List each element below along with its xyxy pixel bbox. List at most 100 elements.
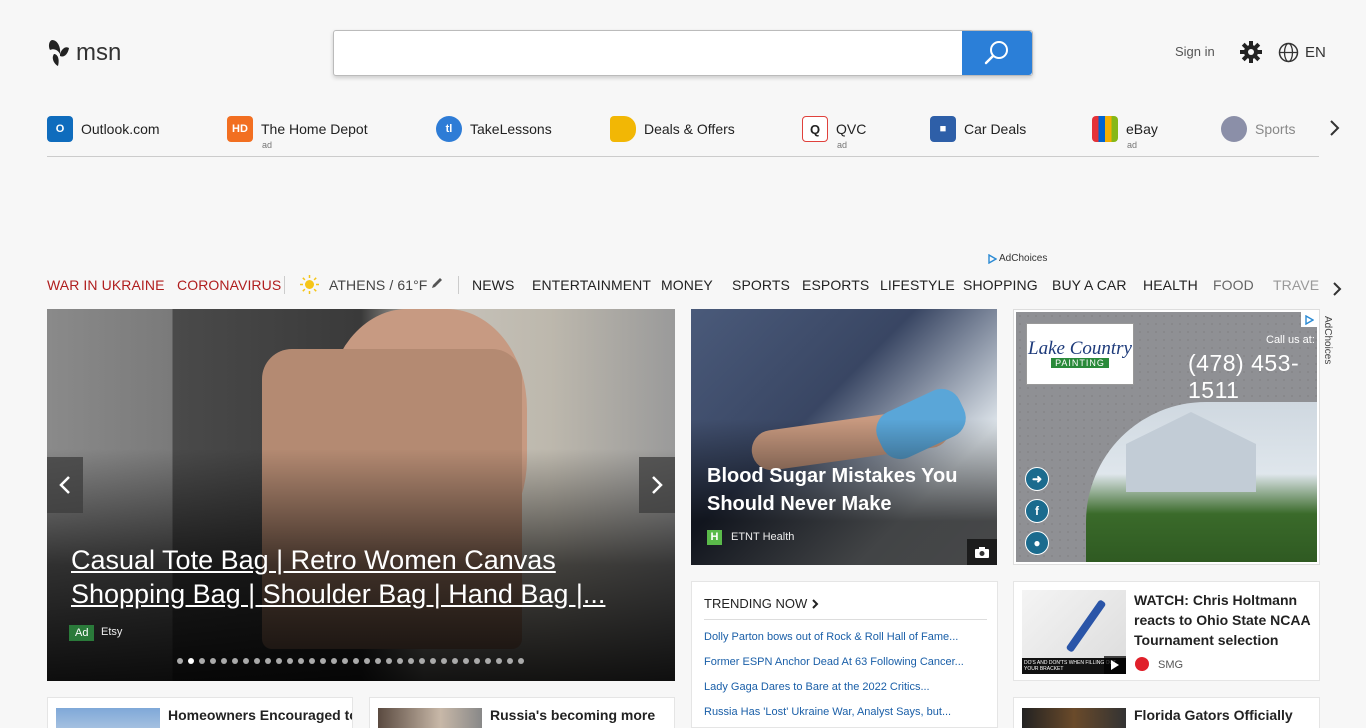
adchoices-link[interactable]: AdChoices bbox=[988, 253, 1047, 264]
nav-weather[interactable]: ATHENS / 61°F bbox=[329, 277, 427, 293]
carousel-dot[interactable] bbox=[342, 658, 348, 664]
pencil-icon[interactable] bbox=[430, 276, 444, 293]
carousel-dot[interactable] bbox=[210, 658, 216, 664]
ad-creative[interactable]: Lake Country PAINTING Call us at: (478) … bbox=[1016, 312, 1317, 562]
carousel-dot[interactable] bbox=[309, 658, 315, 664]
news-card-homeowners[interactable]: Homeowners Encouraged to bbox=[47, 697, 353, 728]
language-selector[interactable]: EN bbox=[1278, 42, 1326, 63]
adchoices-icon[interactable] bbox=[1301, 312, 1317, 327]
nav-lifestyle[interactable]: LIFESTYLE bbox=[880, 277, 955, 293]
carousel-dot[interactable] bbox=[243, 658, 249, 664]
home-depot-icon: HD bbox=[227, 116, 253, 142]
news-card-gators[interactable]: Florida Gators Officially bbox=[1013, 697, 1320, 728]
carousel-dot[interactable] bbox=[496, 658, 502, 664]
carousel-dot[interactable] bbox=[408, 658, 414, 664]
nav-food[interactable]: FOOD bbox=[1213, 277, 1254, 293]
nav-entertainment[interactable]: ENTERTAINMENT bbox=[532, 277, 651, 293]
quick-link-qvc[interactable]: Q QVC ad bbox=[802, 116, 866, 150]
news-card-blood-sugar[interactable]: Blood Sugar Mistakes You Should Never Ma… bbox=[691, 309, 997, 565]
nav-buy-a-car[interactable]: BUY A CAR bbox=[1052, 277, 1127, 293]
carousel-dot[interactable] bbox=[507, 658, 513, 664]
card-thumbnail bbox=[56, 708, 160, 728]
carousel-dot[interactable] bbox=[276, 658, 282, 664]
carousel-dot[interactable] bbox=[287, 658, 293, 664]
trending-item[interactable]: Dolly Parton bows out of Rock & Roll Hal… bbox=[704, 631, 984, 643]
globe-icon bbox=[1278, 42, 1299, 63]
search-button[interactable] bbox=[962, 31, 1032, 75]
quick-link-takelessons[interactable]: tl TakeLessons bbox=[436, 116, 552, 142]
news-card-holtmann[interactable]: DO'S AND DON'TS WHEN FILLING OUT YOUR BR… bbox=[1013, 581, 1320, 681]
nav-money[interactable]: MONEY bbox=[661, 277, 713, 293]
adchoices-side-label[interactable]: AdChoices bbox=[1322, 316, 1334, 380]
ad-call-us: Call us at: bbox=[1266, 334, 1315, 346]
trending-heading[interactable]: TRENDING NOW bbox=[704, 596, 819, 611]
category-nav: WAR IN UKRAINE CORONAVIRUS ATHENS / 61°F… bbox=[47, 275, 1337, 296]
carousel-dot[interactable] bbox=[298, 658, 304, 664]
nav-news[interactable]: NEWS bbox=[472, 277, 514, 293]
adchoices-label: AdChoices bbox=[999, 253, 1048, 264]
nav-war-in-ukraine[interactable]: WAR IN UKRAINE bbox=[47, 277, 165, 293]
display-ad[interactable]: Lake Country PAINTING Call us at: (478) … bbox=[1013, 309, 1320, 565]
facebook-icon[interactable]: f bbox=[1025, 499, 1049, 523]
carousel-dot[interactable] bbox=[232, 658, 238, 664]
nav-chevron-right-icon[interactable] bbox=[1331, 281, 1343, 297]
hero-carousel[interactable]: Casual Tote Bag | Retro Women Canvas Sho… bbox=[47, 309, 675, 681]
quick-link-car-deals[interactable]: ■ Car Deals bbox=[930, 116, 1026, 142]
news-card-russia[interactable]: Russia's becoming more bbox=[369, 697, 675, 728]
gear-icon[interactable] bbox=[1240, 41, 1262, 63]
carousel-dot[interactable] bbox=[452, 658, 458, 664]
carousel-next-button[interactable] bbox=[639, 457, 675, 513]
trending-item[interactable]: Lady Gaga Dares to Bare at the 2022 Crit… bbox=[704, 681, 984, 693]
quick-link-deals[interactable]: Deals & Offers bbox=[610, 116, 735, 142]
carousel-dot[interactable] bbox=[485, 658, 491, 664]
card-title[interactable]: Blood Sugar Mistakes You Should Never Ma… bbox=[707, 462, 987, 518]
video-thumbnail[interactable]: DO'S AND DON'TS WHEN FILLING OUT YOUR BR… bbox=[1022, 590, 1126, 674]
card-title[interactable]: Russia's becoming more bbox=[490, 707, 655, 723]
chevron-right-icon[interactable] bbox=[1328, 118, 1342, 138]
carousel-dot[interactable] bbox=[386, 658, 392, 664]
arrow-right-icon[interactable]: ➜ bbox=[1025, 467, 1049, 491]
carousel-dot[interactable] bbox=[199, 658, 205, 664]
hero-title[interactable]: Casual Tote Bag | Retro Women Canvas Sho… bbox=[71, 543, 651, 611]
nav-sports[interactable]: SPORTS bbox=[732, 277, 790, 293]
nav-esports[interactable]: ESPORTS bbox=[802, 277, 869, 293]
carousel-dot[interactable] bbox=[474, 658, 480, 664]
search-input[interactable] bbox=[334, 31, 962, 75]
location-pin-icon[interactable]: ● bbox=[1025, 531, 1049, 555]
trending-item[interactable]: Former ESPN Anchor Dead At 63 Following … bbox=[704, 656, 984, 668]
card-title[interactable]: Homeowners Encouraged to bbox=[168, 707, 352, 723]
nav-shopping[interactable]: SHOPPING bbox=[963, 277, 1038, 293]
carousel-dot[interactable] bbox=[463, 658, 469, 664]
card-title[interactable]: Florida Gators Officially bbox=[1134, 707, 1293, 723]
carousel-dot[interactable] bbox=[331, 658, 337, 664]
quick-link-outlook[interactable]: O Outlook.com bbox=[47, 116, 160, 142]
quick-link-ebay[interactable]: eBay ad bbox=[1092, 116, 1158, 150]
carousel-dot[interactable] bbox=[265, 658, 271, 664]
carousel-dot[interactable] bbox=[254, 658, 260, 664]
carousel-dot[interactable] bbox=[419, 658, 425, 664]
carousel-dot[interactable] bbox=[430, 658, 436, 664]
ad-logo: Lake Country PAINTING bbox=[1026, 323, 1134, 385]
nav-health[interactable]: HEALTH bbox=[1143, 277, 1198, 293]
carousel-prev-button[interactable] bbox=[47, 457, 83, 513]
carousel-dot[interactable] bbox=[375, 658, 381, 664]
sign-in-link[interactable]: Sign in bbox=[1175, 44, 1215, 59]
nav-travel[interactable]: TRAVEL bbox=[1273, 277, 1320, 293]
carousel-dot[interactable] bbox=[353, 658, 359, 664]
quick-link-sports[interactable]: Sports bbox=[1221, 116, 1295, 142]
card-title[interactable]: WATCH: Chris Holtmann reacts to Ohio Sta… bbox=[1134, 590, 1314, 650]
nav-coronavirus[interactable]: CORONAVIRUS bbox=[177, 277, 281, 293]
carousel-dot[interactable] bbox=[441, 658, 447, 664]
trending-item[interactable]: Russia Has 'Lost' Ukraine War, Analyst S… bbox=[704, 706, 984, 718]
carousel-dot[interactable] bbox=[364, 658, 370, 664]
carousel-dot[interactable] bbox=[397, 658, 403, 664]
carousel-dot[interactable] bbox=[518, 658, 524, 664]
msn-logo[interactable]: msn bbox=[48, 38, 121, 68]
nav-divider bbox=[458, 276, 459, 294]
carousel-dot[interactable] bbox=[221, 658, 227, 664]
chevron-right-icon bbox=[812, 598, 819, 609]
carousel-dot[interactable] bbox=[320, 658, 326, 664]
carousel-dot[interactable] bbox=[188, 658, 194, 664]
carousel-dot[interactable] bbox=[177, 658, 183, 664]
quick-link-home-depot[interactable]: HD The Home Depot ad bbox=[227, 116, 368, 150]
